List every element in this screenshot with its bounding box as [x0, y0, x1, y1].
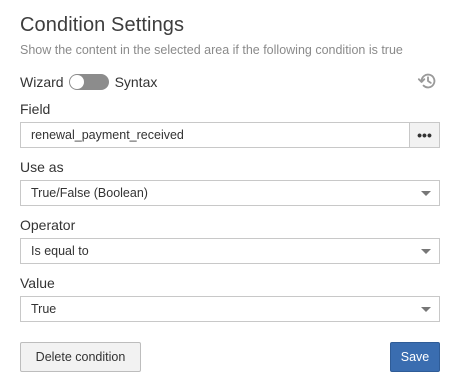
more-icon: •••	[417, 127, 432, 143]
page-subtitle: Show the content in the selected area if…	[20, 43, 403, 57]
history-icon	[417, 73, 436, 89]
value-label: Value	[20, 275, 55, 291]
syntax-mode-label[interactable]: Syntax	[115, 74, 158, 90]
operator-select[interactable]: Is equal to	[20, 238, 440, 264]
delete-condition-button[interactable]: Delete condition	[20, 342, 141, 372]
chevron-down-icon	[421, 248, 431, 254]
use-as-selected-value: True/False (Boolean)	[31, 186, 148, 200]
value-selected-value: True	[31, 302, 57, 316]
value-select[interactable]: True	[20, 296, 440, 322]
use-as-select[interactable]: True/False (Boolean)	[20, 180, 440, 206]
operator-label: Operator	[20, 217, 76, 233]
history-button[interactable]	[416, 70, 440, 92]
field-label: Field	[20, 101, 51, 117]
field-input-value[interactable]: renewal_payment_received	[21, 128, 409, 142]
wizard-mode-label[interactable]: Wizard	[20, 74, 64, 90]
mode-toggle[interactable]	[68, 74, 109, 90]
field-input[interactable]: renewal_payment_received •••	[20, 122, 440, 148]
mode-switch-row: Wizard Syntax	[20, 72, 157, 92]
page-title: Condition Settings	[20, 14, 185, 36]
condition-settings-panel: Condition Settings Show the content in t…	[0, 0, 452, 386]
chevron-down-icon	[421, 306, 431, 312]
field-browse-button[interactable]: •••	[409, 123, 439, 147]
operator-selected-value: Is equal to	[31, 244, 89, 258]
save-button[interactable]: Save	[390, 342, 440, 372]
use-as-label: Use as	[20, 159, 64, 175]
toggle-knob	[69, 75, 84, 89]
chevron-down-icon	[421, 190, 431, 196]
